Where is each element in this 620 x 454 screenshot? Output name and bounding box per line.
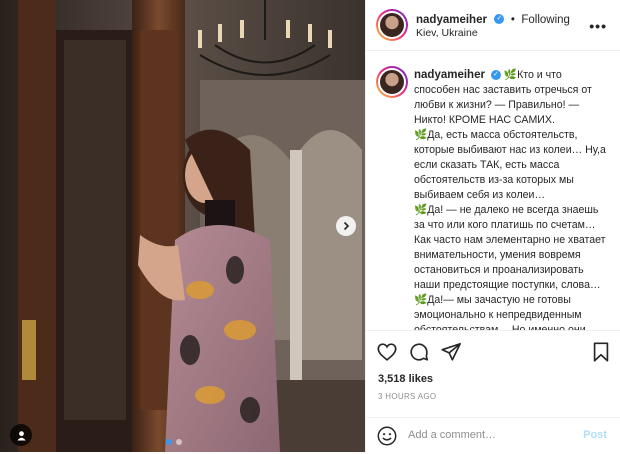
leaf-emoji-icon: 🌿 bbox=[503, 69, 518, 81]
comment-icon bbox=[410, 343, 429, 361]
more-icon: ••• bbox=[589, 18, 607, 34]
post-comment-button[interactable]: Post bbox=[583, 429, 607, 441]
comment-input[interactable] bbox=[406, 428, 570, 442]
carousel-indicator bbox=[166, 439, 182, 445]
save-button[interactable] bbox=[590, 341, 612, 368]
bookmark-icon bbox=[593, 342, 609, 362]
next-photo-button[interactable] bbox=[336, 216, 356, 236]
post-header: nadyameiher ✓ • Following Kiev, Ukraine … bbox=[366, 0, 620, 51]
caption-text: nadyameiher ✓ 🌿Кто и что способен нас за… bbox=[414, 68, 606, 330]
share-icon bbox=[441, 342, 461, 361]
emoji-icon bbox=[377, 426, 397, 446]
carousel-dot-active bbox=[166, 439, 172, 445]
caption-line: Да! — не далеко не всегда знаешь за что … bbox=[414, 204, 606, 291]
caption-section: nadyameiher ✓ 🌿Кто и что способен нас за… bbox=[366, 50, 620, 330]
leaf-emoji-icon: 🌿 bbox=[414, 129, 428, 141]
leaf-emoji-icon: 🌿 bbox=[414, 294, 428, 306]
heart-icon bbox=[377, 343, 397, 361]
caption-avatar[interactable] bbox=[376, 66, 408, 98]
leaf-emoji-icon: 🌿 bbox=[414, 204, 428, 216]
photo-illustration bbox=[0, 0, 365, 452]
post-photo[interactable] bbox=[0, 0, 365, 452]
post-timestamp[interactable]: 3 HOURS AGO bbox=[378, 392, 436, 401]
caption-line: Да!— мы зачастую не готовы эмоционально … bbox=[414, 294, 589, 330]
caption-username[interactable]: nadyameiher bbox=[414, 69, 485, 81]
separator-dot: • bbox=[510, 14, 515, 26]
comment-button[interactable] bbox=[408, 341, 430, 368]
chevron-right-icon bbox=[343, 221, 350, 231]
carousel-dot bbox=[176, 439, 182, 445]
more-options-button[interactable]: ••• bbox=[589, 18, 607, 34]
verified-badge-icon: ✓ bbox=[494, 13, 505, 24]
avatar[interactable] bbox=[376, 9, 408, 41]
post-panel: nadyameiher ✓ • Following Kiev, Ukraine … bbox=[365, 0, 620, 452]
verified-badge-icon: ✓ bbox=[490, 70, 501, 81]
header-username[interactable]: nadyameiher bbox=[416, 14, 487, 26]
caption-line: Да, есть масса обстоятельств, которые вы… bbox=[414, 129, 606, 201]
user-tag-button[interactable] bbox=[10, 424, 32, 446]
location-link[interactable]: Kiev, Ukraine bbox=[416, 27, 478, 39]
like-button[interactable] bbox=[376, 341, 398, 368]
emoji-button[interactable] bbox=[376, 425, 398, 452]
user-tag-icon bbox=[16, 430, 26, 441]
actions-section: 3,518 likes 3 HOURS AGO Post bbox=[366, 330, 620, 453]
share-button[interactable] bbox=[440, 341, 462, 368]
likes-count[interactable]: 3,518 likes bbox=[378, 373, 433, 385]
add-comment-row: Post bbox=[366, 417, 620, 454]
following-button[interactable]: Following bbox=[521, 14, 570, 26]
